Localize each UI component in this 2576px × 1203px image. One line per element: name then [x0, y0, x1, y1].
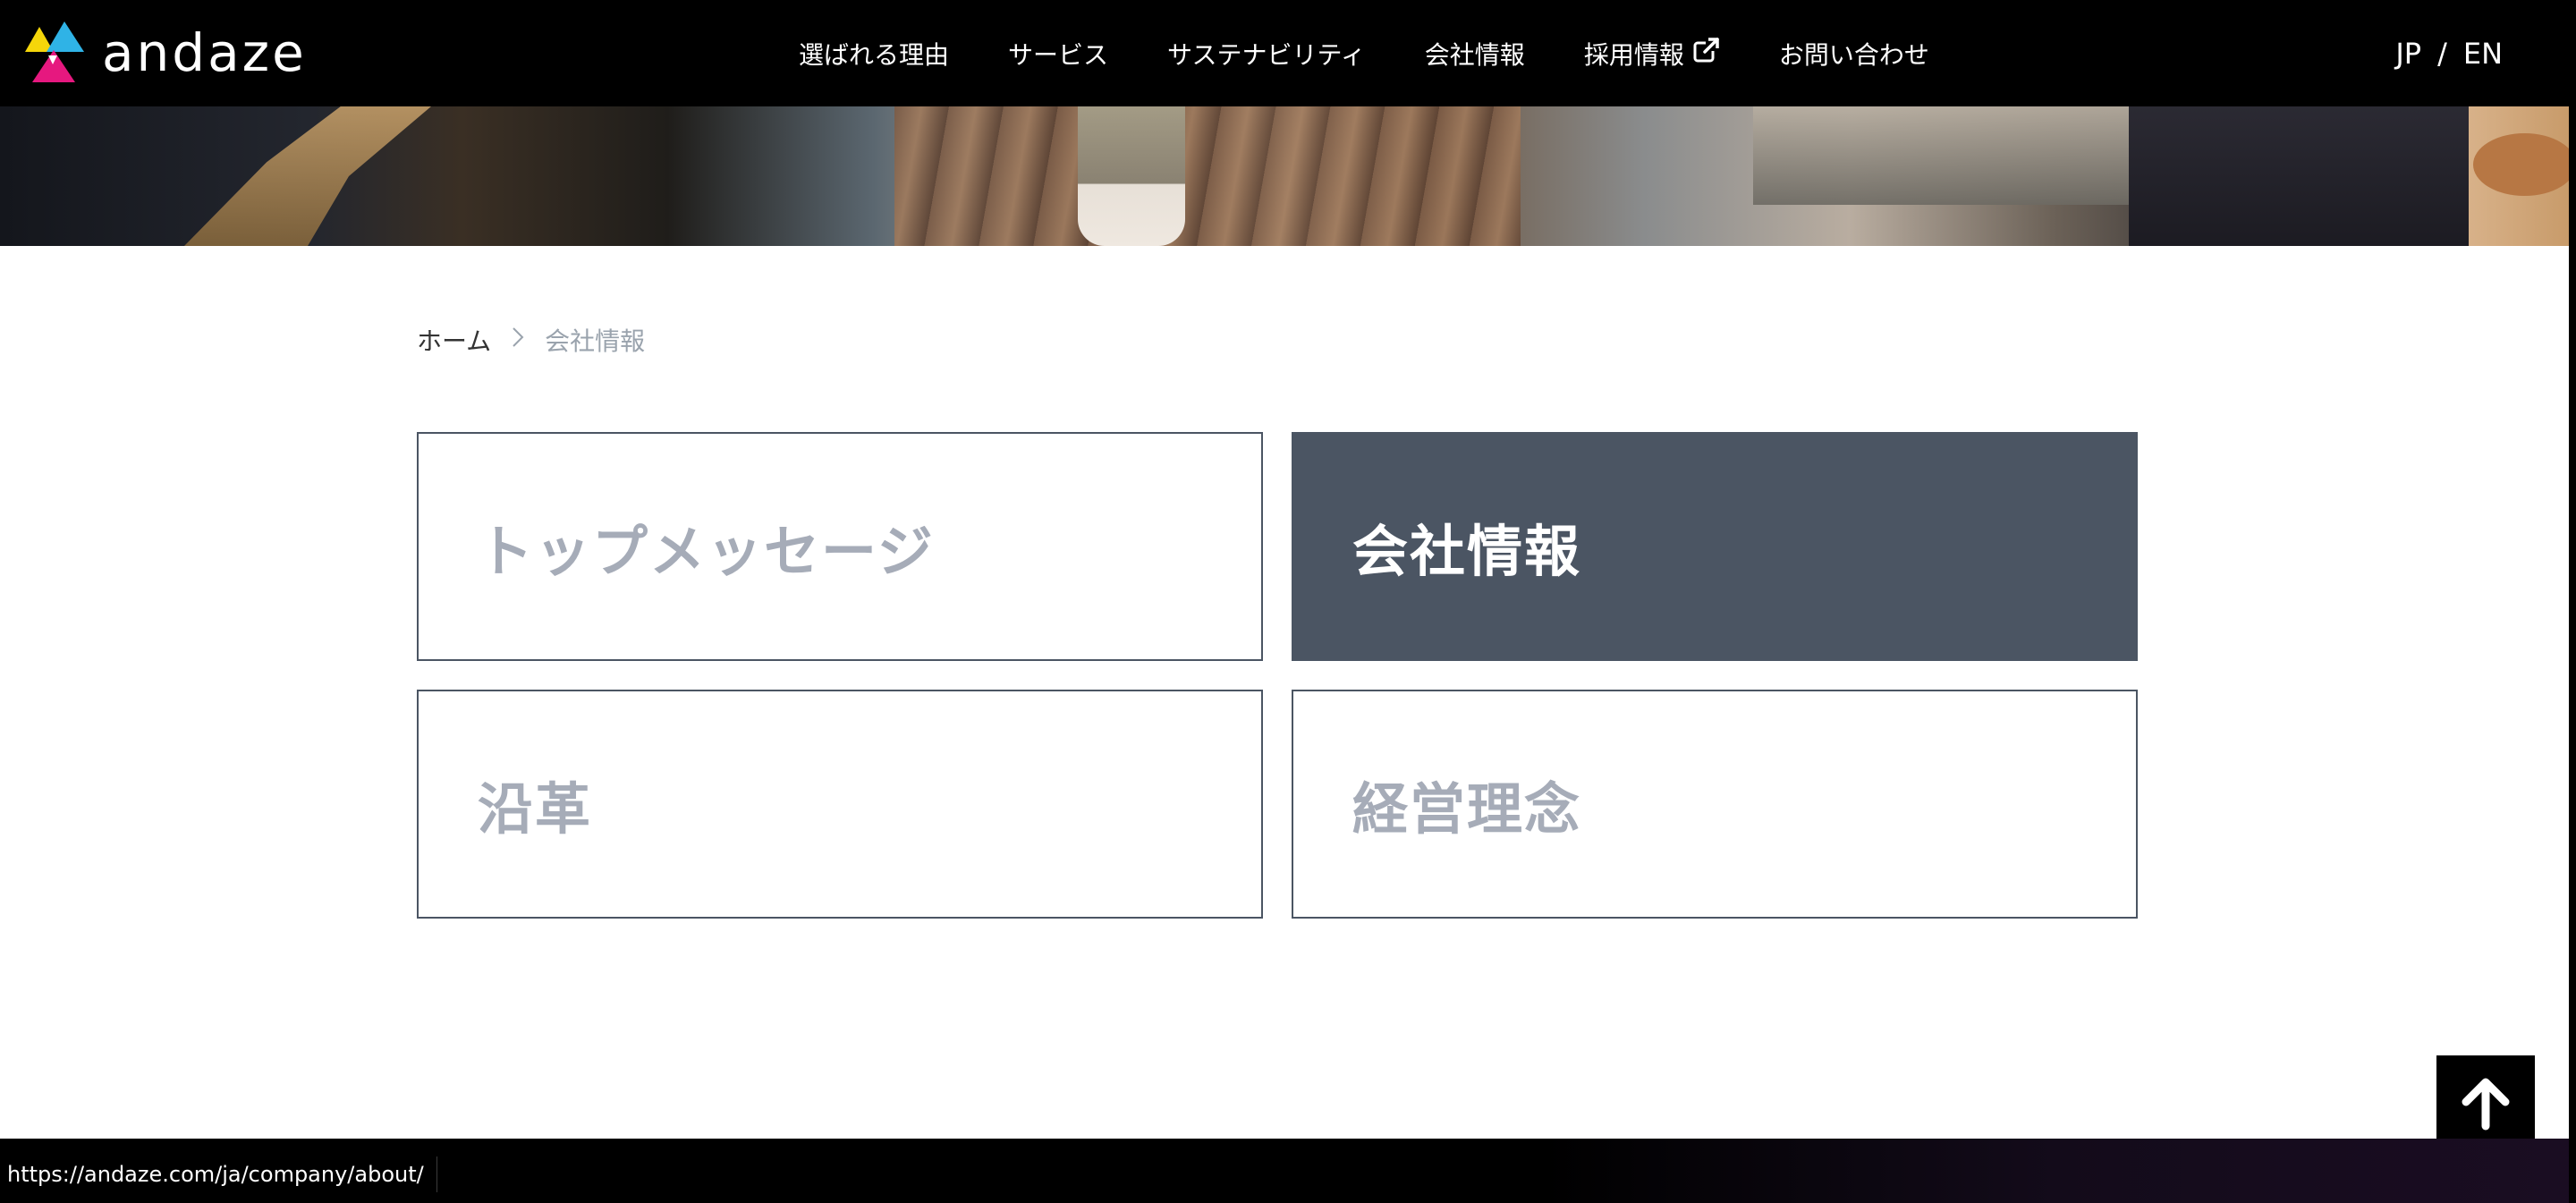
status-bar-url: https://andaze.com/ja/company/about/ [0, 1156, 437, 1192]
andaze-logo[interactable]: andaze [21, 20, 304, 86]
nav-item-label: 採用情報 [1583, 39, 1684, 70]
nav-item-sustainability[interactable]: サステナビリティ [1138, 36, 1395, 72]
hero-chair-shape [184, 106, 431, 246]
nav-item-label: 会社情報 [1424, 39, 1525, 70]
breadcrumb: ホーム 会社情報 [417, 322, 645, 358]
breadcrumb-home[interactable]: ホーム [417, 322, 491, 358]
arrow-up-icon [2457, 1074, 2514, 1135]
card-label: 沿革 [478, 776, 593, 842]
hero-bowl-shape [2473, 133, 2569, 196]
card-history[interactable]: 沿革 [417, 690, 1263, 919]
card-label: 経営理念 [1352, 776, 1582, 842]
logo-text: andaze [102, 22, 307, 83]
hero-sofa-shape [2129, 106, 2469, 246]
nav-item-label: お問い合わせ [1778, 39, 1929, 70]
hero-person-shape [1078, 106, 1185, 246]
nav-item-label: 選ばれる理由 [799, 39, 950, 70]
logo-mark-icon [25, 21, 84, 82]
nav-item-label: サービス [1008, 39, 1109, 70]
nav-item-label: サステナビリティ [1167, 39, 1366, 70]
main-nav: 選ばれる理由 サービス サステナビリティ 会社情報 採用情報 お問い合わせ [769, 0, 1959, 106]
lang-jp[interactable]: JP [2395, 37, 2421, 71]
card-company-info[interactable]: 会社情報 [1292, 432, 2138, 661]
hero-table-shape [1753, 106, 2147, 205]
card-label: トップメッセージ [478, 519, 935, 584]
nav-item-reasons[interactable]: 選ばれる理由 [769, 36, 979, 72]
hero-floor-shape [894, 106, 1521, 246]
lang-separator: / [2437, 36, 2447, 71]
external-link-icon [1693, 37, 1720, 70]
chevron-right-icon [511, 326, 525, 355]
hero-image [0, 106, 2569, 246]
card-philosophy[interactable]: 経営理念 [1292, 690, 2138, 919]
site-header: andaze 選ばれる理由 サービス サステナビリティ 会社情報 採用情報 お問… [0, 0, 2576, 106]
language-switcher: JP / EN [2395, 0, 2503, 106]
nav-item-contact[interactable]: お問い合わせ [1750, 36, 1959, 72]
breadcrumb-current: 会社情報 [545, 326, 646, 356]
nav-item-services[interactable]: サービス [979, 36, 1138, 72]
card-top-message[interactable]: トップメッセージ [417, 432, 1263, 661]
nav-item-recruit[interactable]: 採用情報 [1555, 36, 1750, 72]
scroll-gutter [2569, 106, 2576, 1203]
nav-item-company[interactable]: 会社情報 [1395, 36, 1555, 72]
card-label: 会社情報 [1352, 519, 1582, 584]
lang-en[interactable]: EN [2463, 37, 2503, 71]
